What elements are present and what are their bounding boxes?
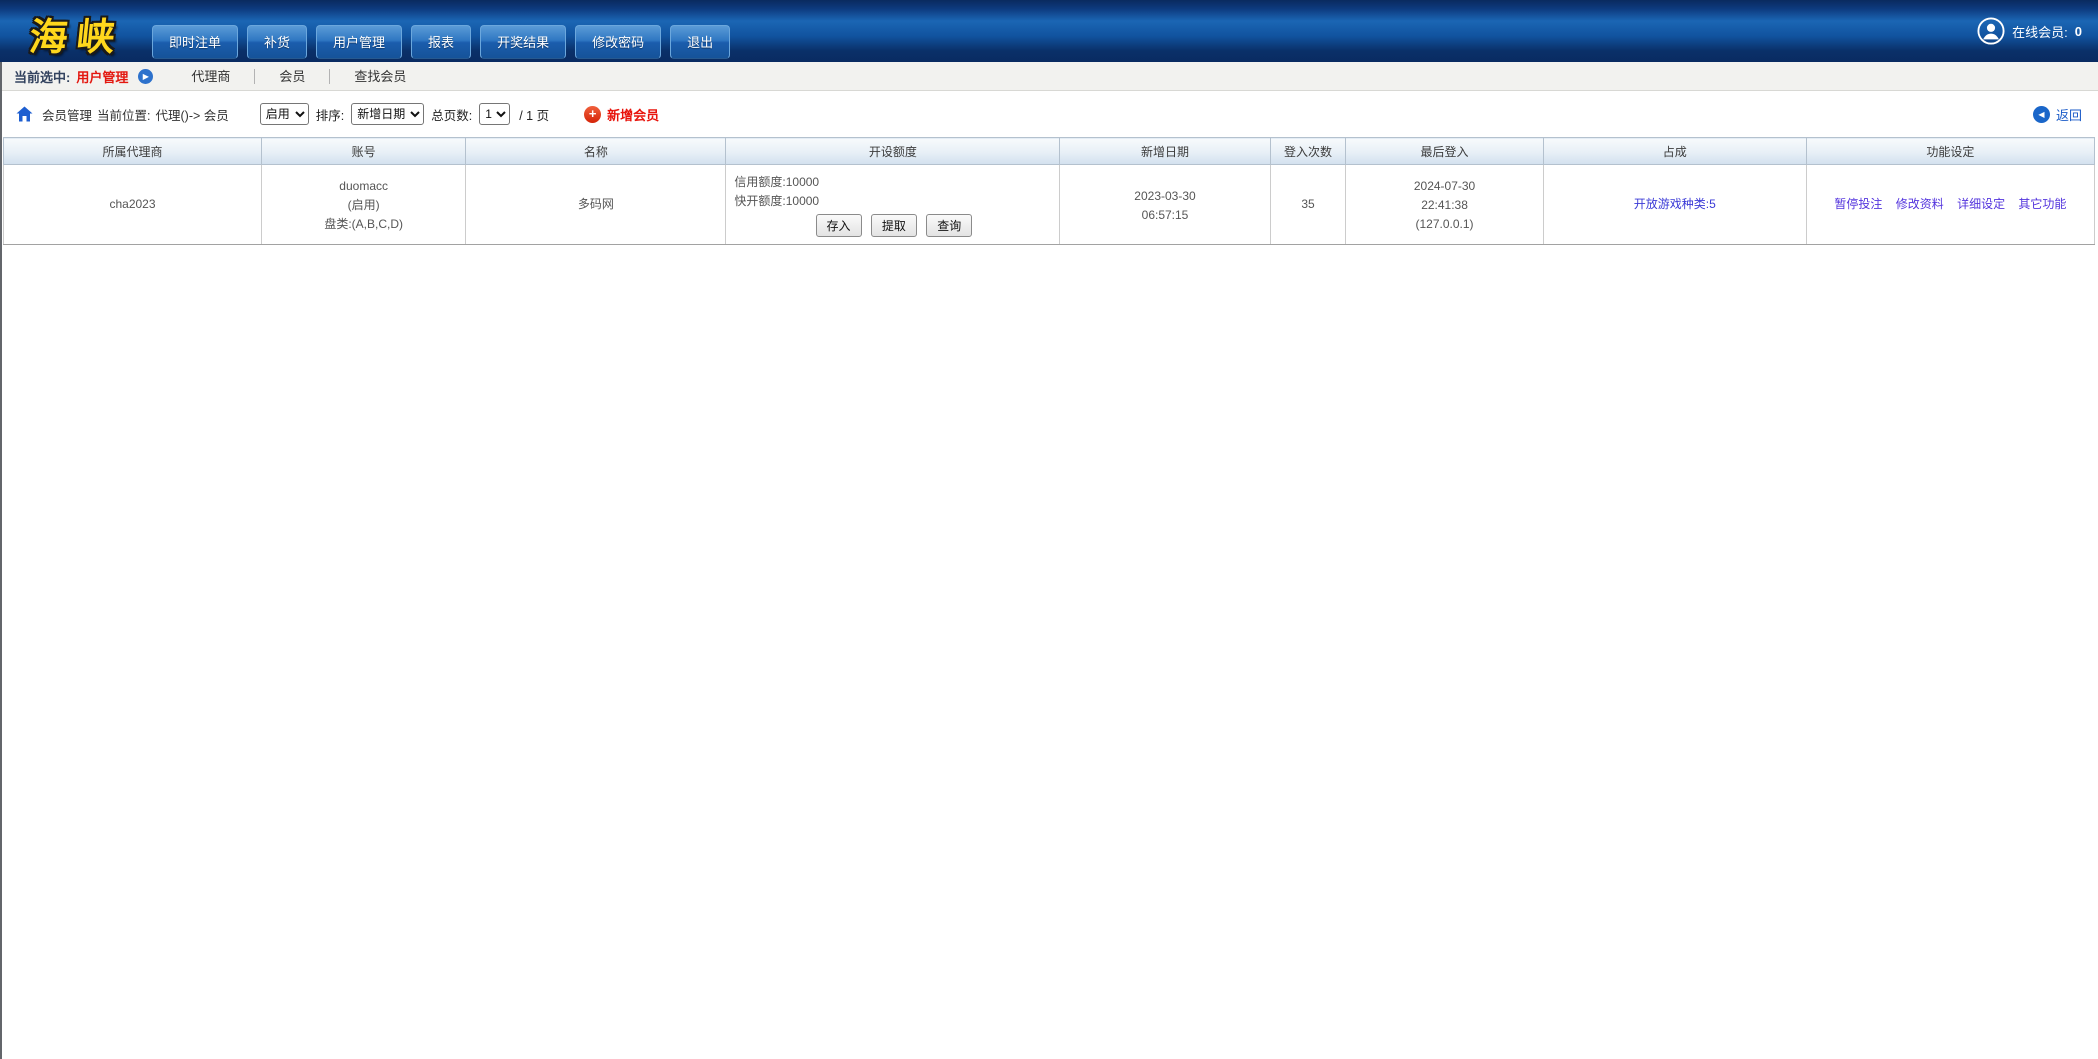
credit-buttons: 存入 提取 查询: [734, 213, 1053, 237]
current-selected-value: 用户管理: [76, 69, 129, 85]
online-members-count: 0: [2074, 23, 2082, 39]
col-header-share: 占成: [1542, 137, 1807, 165]
nav-tab-logout[interactable]: 退出: [670, 25, 731, 59]
last-login-time: 22:41:38: [1421, 198, 1468, 212]
section-title: 会员管理: [42, 108, 93, 123]
col-header-last-login: 最后登入: [1345, 137, 1544, 165]
location-label: 当前位置:: [97, 108, 151, 123]
location-value: 代理()-> 会员: [155, 108, 229, 123]
account-name: duomacc: [339, 179, 388, 193]
nav-tab-draw-results[interactable]: 开奖结果: [480, 25, 567, 59]
nav-tab-user-management[interactable]: 用户管理: [316, 25, 403, 59]
query-button[interactable]: 查询: [926, 213, 973, 237]
subnav-item-members[interactable]: 会员: [254, 68, 329, 84]
col-header-name: 名称: [465, 137, 727, 165]
last-login-ip: (127.0.0.1): [1415, 217, 1474, 231]
edit-profile-link[interactable]: 修改资料: [1896, 197, 1944, 211]
credit-limit-line: 信用额度:10000: [734, 174, 820, 189]
status-filter-select[interactable]: 启用: [259, 103, 309, 125]
nav-tab-change-password[interactable]: 修改密码: [575, 25, 662, 59]
account-pan-types: 盘类:(A,B,C,D): [324, 217, 403, 231]
add-member-button[interactable]: + 新增会员: [584, 105, 659, 124]
plus-circle-icon: +: [584, 105, 602, 123]
header-right: 在线会员: 0: [1977, 0, 2082, 62]
sort-label: 排序:: [315, 108, 345, 123]
sub-nav: 当前选中: 用户管理 ▶ 代理商 会员 查找会员: [0, 62, 2098, 91]
account-status: (启用): [347, 198, 380, 212]
cell-created: 2023-03-30 06:57:15: [1059, 164, 1271, 245]
created-date: 2023-03-30: [1134, 188, 1196, 203]
back-button[interactable]: ◀ 返回: [2032, 105, 2082, 124]
cell-credit-limits: 信用额度:10000 快开额度:10000 存入 提取 查询: [725, 164, 1061, 245]
nav-tab-reports[interactable]: 报表: [411, 25, 472, 59]
avatar-icon: [1977, 17, 2005, 45]
cell-share: 开放游戏种类:5: [1542, 164, 1807, 245]
current-selected-label: 当前选中:: [14, 69, 71, 85]
quick-limit-line: 快开额度:10000: [734, 193, 820, 208]
back-label: 返回: [2055, 107, 2082, 123]
cell-login-count: 35: [1269, 164, 1347, 245]
pages-total: / 1 页: [519, 108, 550, 123]
col-header-functions: 功能设定: [1805, 137, 2096, 165]
cell-agent: cha2023: [2, 164, 263, 245]
nav-tab-restock[interactable]: 补货: [247, 25, 308, 59]
table-header-row: 所属代理商 账号 名称 开设额度 新增日期 登入次数 最后登入 占成 功能设定: [2, 137, 2096, 165]
brand-logo: 海峡: [27, 17, 126, 59]
cell-last-login: 2024-07-30 22:41:38 (127.0.0.1): [1345, 164, 1544, 245]
col-header-login-count: 登入次数: [1269, 137, 1347, 165]
sort-select[interactable]: 新增日期: [351, 103, 425, 125]
nav-tab-instant-bets[interactable]: 即时注单: [152, 25, 239, 59]
suspend-betting-link[interactable]: 暂停投注: [1834, 197, 1882, 211]
col-header-created: 新增日期: [1059, 137, 1271, 165]
withdraw-button[interactable]: 提取: [870, 213, 917, 237]
detail-settings-link[interactable]: 详细设定: [1957, 197, 2005, 211]
col-header-credit: 开设额度: [725, 137, 1061, 165]
col-header-account: 账号: [261, 137, 467, 165]
page-left-edge-line: [0, 62, 2, 1059]
page-select[interactable]: 1: [479, 103, 511, 125]
col-header-agent: 所属代理商: [2, 137, 263, 165]
deposit-button[interactable]: 存入: [815, 213, 862, 237]
toolbar: 会员管理 当前位置: 代理()-> 会员 启用 排序: 新增日期 总页数: 1 …: [0, 91, 2098, 137]
subnav-item-agents[interactable]: 代理商: [167, 69, 254, 84]
pages-label: 总页数:: [431, 108, 473, 123]
top-header: 海峡 即时注单 补货 用户管理 报表 开奖结果 修改密码 退出 在线会员: 0: [0, 0, 2098, 62]
cell-account: duomacc (启用) 盘类:(A,B,C,D): [261, 164, 467, 245]
last-login-date: 2024-07-30: [1413, 179, 1476, 193]
arrow-right-circle-icon: ▶: [138, 68, 154, 84]
created-time: 06:57:15: [1141, 207, 1189, 222]
cell-name: 多码网: [465, 164, 727, 245]
main-nav: 即时注单 补货 用户管理 报表 开奖结果 修改密码 退出: [152, 25, 739, 62]
subnav-item-find-member[interactable]: 查找会员: [329, 68, 430, 84]
online-members-label: 在线会员:: [2012, 24, 2068, 40]
add-member-label: 新增会员: [607, 107, 660, 123]
table-row: cha2023 duomacc (启用) 盘类:(A,B,C,D) 多码网 信用…: [2, 164, 2096, 245]
arrow-left-circle-icon: ◀: [2032, 105, 2050, 123]
other-functions-link[interactable]: 其它功能: [2018, 197, 2066, 211]
open-game-types-link[interactable]: 开放游戏种类:5: [1634, 197, 1716, 211]
cell-actions: 暂停投注 修改资料 详细设定 其它功能: [1805, 164, 2096, 245]
home-icon[interactable]: [16, 106, 33, 122]
members-table: 所属代理商 账号 名称 开设额度 新增日期 登入次数 最后登入 占成 功能设定 …: [2, 137, 2096, 245]
